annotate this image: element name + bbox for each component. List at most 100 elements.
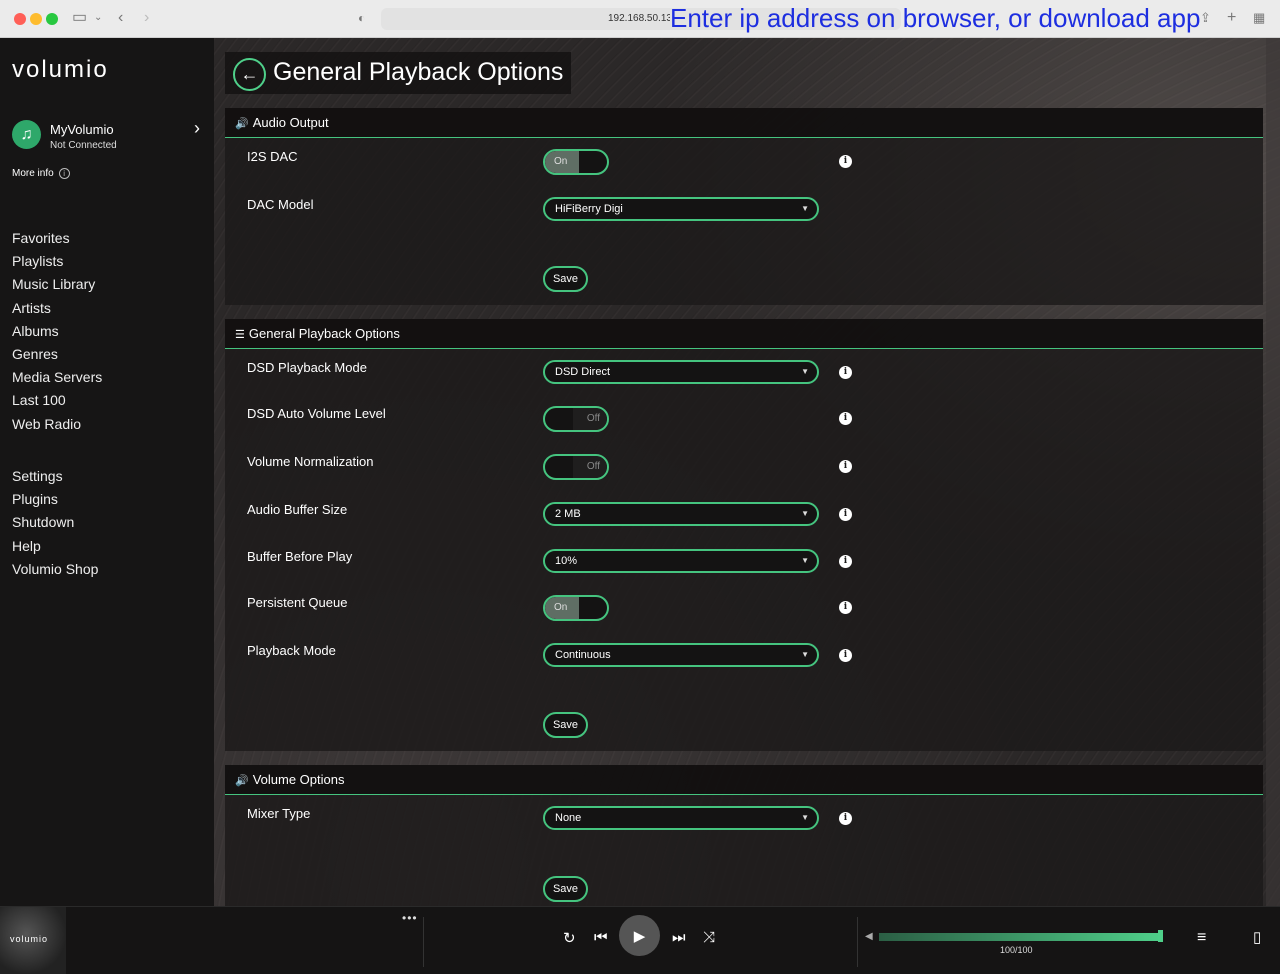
main-content: ← General Playback Options 🔊 Audio Output… xyxy=(214,38,1280,906)
volume-handle[interactable] xyxy=(1158,930,1163,942)
chevron-down-icon[interactable]: ⌄ xyxy=(94,9,102,27)
dsd-auto-volume-toggle[interactable]: Off xyxy=(543,406,609,432)
setting-row-dac-model: DAC Model HiFiBerry Digi ▼ xyxy=(225,197,1263,227)
album-art[interactable]: volumio xyxy=(0,907,66,974)
audio-buffer-select[interactable]: 2 MB ▼ xyxy=(543,502,819,526)
caret-down-icon: ▼ xyxy=(801,367,809,376)
sliders-icon: ☰ xyxy=(235,329,245,341)
nav-item-web-radio[interactable]: Web Radio xyxy=(12,413,102,436)
nav-item-last-100[interactable]: Last 100 xyxy=(12,389,102,412)
volume-normalization-toggle[interactable]: Off xyxy=(543,454,609,480)
dsd-mode-select[interactable]: DSD Direct ▼ xyxy=(543,360,819,384)
buffer-before-play-select[interactable]: 10% ▼ xyxy=(543,549,819,573)
page-title: General Playback Options xyxy=(273,58,564,86)
forward-nav-icon[interactable]: › xyxy=(144,9,149,27)
more-options-icon[interactable]: ••• xyxy=(402,911,418,925)
persistent-queue-toggle[interactable]: On xyxy=(543,595,609,621)
select-value: HiFiBerry Digi xyxy=(555,203,623,215)
setting-label: Persistent Queue xyxy=(247,595,348,610)
info-icon[interactable]: i xyxy=(839,412,852,425)
nav-item-volumio-shop[interactable]: Volumio Shop xyxy=(12,558,98,581)
more-info-link[interactable]: More info i xyxy=(12,168,70,179)
setting-row-persistent-queue: Persistent Queue On i xyxy=(225,595,1263,625)
select-value: None xyxy=(555,812,582,824)
nav-item-genres[interactable]: Genres xyxy=(12,343,102,366)
nav-item-albums[interactable]: Albums xyxy=(12,320,102,343)
previous-track-icon[interactable]: ⏮ xyxy=(594,929,608,946)
general-playback-section: ☰ General Playback Options DSD Playback M… xyxy=(225,319,1263,751)
info-icon[interactable]: i xyxy=(839,555,852,568)
save-button[interactable]: Save xyxy=(543,266,588,292)
queue-icon[interactable]: ≡ xyxy=(1197,929,1206,947)
nav-item-favorites[interactable]: Favorites xyxy=(12,227,102,250)
save-button[interactable]: Save xyxy=(543,712,588,738)
setting-label: Buffer Before Play xyxy=(247,549,353,564)
playback-mode-select[interactable]: Continuous ▼ xyxy=(543,643,819,667)
primary-nav: Favorites Playlists Music Library Artist… xyxy=(12,227,102,436)
close-window-button[interactable] xyxy=(14,13,26,25)
speaker-icon: 🔊 xyxy=(235,118,249,130)
setting-label: DSD Playback Mode xyxy=(247,360,367,375)
play-button[interactable]: ▶ xyxy=(619,915,660,956)
select-value: 2 MB xyxy=(555,508,581,520)
nav-item-playlists[interactable]: Playlists xyxy=(12,250,102,273)
setting-row-dsd-mode: DSD Playback Mode DSD Direct ▼ i xyxy=(225,360,1263,390)
nav-item-help[interactable]: Help xyxy=(12,535,98,558)
volume-icon[interactable]: ◀ xyxy=(865,931,873,942)
back-nav-icon[interactable]: ‹ xyxy=(118,9,123,27)
address-text: 192.168.50.132 xyxy=(608,13,670,24)
play-icon: ▶ xyxy=(633,927,646,945)
nav-item-plugins[interactable]: Plugins xyxy=(12,488,98,511)
scrollbar[interactable] xyxy=(1266,38,1280,906)
section-title: General Playback Options xyxy=(248,326,400,341)
info-icon[interactable]: i xyxy=(839,155,852,168)
nav-item-media-servers[interactable]: Media Servers xyxy=(12,366,102,389)
volume-options-section: 🔊 Volume Options Mixer Type None ▼ i Save xyxy=(225,765,1263,906)
device-icon[interactable]: ▯ xyxy=(1253,928,1261,946)
i2s-dac-toggle[interactable]: On xyxy=(543,149,609,175)
info-icon[interactable]: i xyxy=(839,508,852,521)
info-icon[interactable]: i xyxy=(839,649,852,662)
setting-row-dsd-auto-volume: DSD Auto Volume Level Off i xyxy=(225,406,1263,436)
nav-item-shutdown[interactable]: Shutdown xyxy=(12,511,98,534)
volume-readout: 100/100 xyxy=(1000,945,1033,955)
caret-down-icon: ▼ xyxy=(801,204,809,213)
arrow-left-icon: ← xyxy=(240,64,259,84)
nav-item-settings[interactable]: Settings xyxy=(12,465,98,488)
info-icon[interactable]: i xyxy=(839,601,852,614)
setting-row-audio-buffer: Audio Buffer Size 2 MB ▼ i xyxy=(225,502,1263,532)
next-track-icon[interactable]: ⏭ xyxy=(672,929,686,946)
save-button[interactable]: Save xyxy=(543,876,588,902)
dac-model-select[interactable]: HiFiBerry Digi ▼ xyxy=(543,197,819,221)
share-icon[interactable]: ⇪ xyxy=(1200,9,1211,27)
mixer-type-select[interactable]: None ▼ xyxy=(543,806,819,830)
browser-toolbar: ▭ ⌄ ‹ › ◐ 192.168.50.132 Enter ip addres… xyxy=(0,0,1280,38)
myvolumio-title[interactable]: MyVolumio xyxy=(50,122,114,137)
nav-item-artists[interactable]: Artists xyxy=(12,297,102,320)
toggle-state: Off xyxy=(586,413,600,424)
new-tab-icon[interactable]: + xyxy=(1227,9,1236,27)
minimize-window-button[interactable] xyxy=(30,13,42,25)
volumio-logo: volumio xyxy=(12,56,109,83)
setting-label: Volume Normalization xyxy=(247,454,374,469)
sidebar-toggle-icon[interactable]: ▭ xyxy=(72,9,87,27)
info-icon[interactable]: i xyxy=(839,366,852,379)
tab-overview-icon[interactable]: ▦ xyxy=(1253,9,1265,27)
caret-down-icon: ▼ xyxy=(801,556,809,565)
setting-label: Playback Mode xyxy=(247,643,336,658)
repeat-icon[interactable]: ↻ xyxy=(563,929,576,947)
setting-row-i2s-dac: I2S DAC On i xyxy=(225,149,1263,179)
shuffle-icon[interactable]: ⤨ xyxy=(703,929,715,946)
chevron-right-icon[interactable]: › xyxy=(194,118,200,139)
zoom-window-button[interactable] xyxy=(46,13,58,25)
nav-item-music-library[interactable]: Music Library xyxy=(12,273,102,296)
speaker-icon: 🔊 xyxy=(235,775,249,787)
info-icon[interactable]: i xyxy=(839,460,852,473)
volume-slider[interactable] xyxy=(879,930,1163,942)
album-logo: volumio xyxy=(10,934,49,944)
select-value: Continuous xyxy=(555,649,611,661)
back-button[interactable]: ← xyxy=(233,58,266,91)
info-icon[interactable]: i xyxy=(839,812,852,825)
setting-row-volume-normalization: Volume Normalization Off i xyxy=(225,454,1263,484)
page-header: ← General Playback Options xyxy=(225,52,572,94)
